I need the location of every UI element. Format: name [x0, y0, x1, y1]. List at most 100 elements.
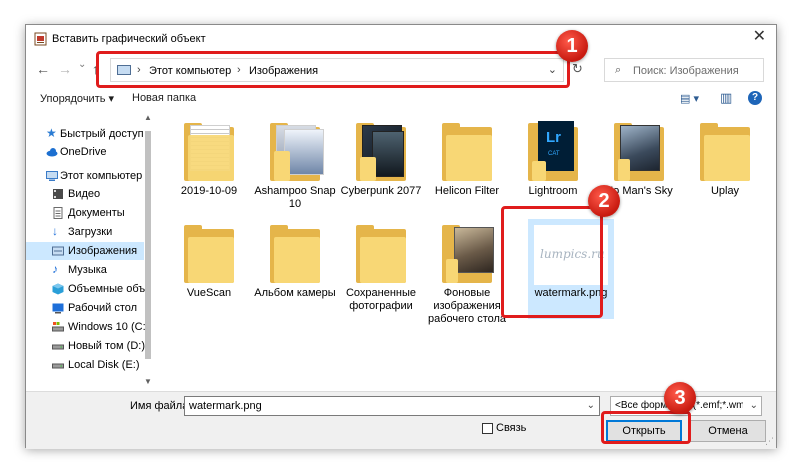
help-icon[interactable]: ? — [748, 91, 762, 105]
change-view-icon[interactable]: ▤ ▾ — [680, 92, 699, 105]
sidebar-item-this-pc[interactable]: Этот компьютер — [26, 167, 144, 185]
scroll-down-icon[interactable]: ▼ — [144, 377, 152, 386]
link-checkbox-label[interactable]: Связь — [496, 422, 526, 434]
lightroom-logo: Lr — [546, 129, 561, 146]
sidebar-item-label: Этот компьютер — [60, 170, 143, 182]
folder-icon — [442, 223, 494, 283]
list-item[interactable]: Cyberpunk 2077 — [338, 117, 424, 213]
close-icon[interactable]: ✕ — [753, 29, 766, 45]
sidebar-item-music[interactable]: ♪ Музыка — [26, 261, 144, 279]
list-item[interactable]: Lr CAT Lightroom — [510, 117, 596, 213]
sidebar-item-label: OneDrive — [60, 146, 107, 158]
item-label: Альбом камеры — [254, 287, 336, 299]
callout-highlight-address — [96, 51, 570, 88]
filename-field[interactable]: watermark.png ⌄ — [184, 396, 600, 416]
drive-icon — [52, 363, 64, 369]
sidebar-item-video[interactable]: Видео — [26, 185, 144, 203]
item-label: Фоновые изображения рабочего стола — [427, 287, 507, 325]
list-item[interactable]: Ashampoo Snap 10 — [252, 117, 338, 213]
sidebar-item-label: Музыка — [68, 264, 107, 276]
search-icon: ⌕ — [615, 64, 622, 76]
folder-icon — [700, 121, 750, 181]
insert-picture-icon — [34, 32, 47, 46]
sidebar-item-downloads[interactable]: ↓ Загрузки — [26, 223, 144, 241]
3d-objects-icon — [52, 283, 64, 295]
organize-button[interactable]: Упорядочить ▾ — [40, 92, 114, 105]
callout-highlight-open — [601, 411, 691, 444]
list-item[interactable]: 2019-10-09 — [166, 117, 252, 213]
list-item[interactable]: Helicon Filter — [424, 117, 510, 213]
sidebar-item-drive-e[interactable]: Local Disk (E:) — [26, 356, 144, 374]
folder-icon — [614, 121, 664, 181]
sidebar-item-label: Windows 10 (C:) — [68, 321, 150, 333]
download-icon: ↓ — [52, 224, 58, 238]
command-toolbar: Упорядочить ▾ Новая папка ▤ ▾ ▥ ? — [26, 87, 776, 109]
search-box[interactable]: ⌕ Поиск: Изображения — [604, 58, 764, 82]
list-item[interactable]: VueScan — [166, 219, 252, 315]
item-label: Helicon Filter — [434, 185, 500, 197]
cancel-button[interactable]: Отмена — [690, 420, 766, 442]
sidebar-item-label: Изображения — [68, 245, 138, 257]
window-title: Вставить графический объект — [52, 33, 206, 45]
item-label: Uplay — [710, 185, 740, 197]
folder-icon — [356, 223, 406, 283]
folder-icon — [442, 121, 492, 181]
sidebar-item-label: Объемные объе — [68, 283, 152, 295]
preview-pane-icon[interactable]: ▥ — [720, 90, 732, 106]
list-item[interactable]: Uplay — [682, 117, 768, 213]
search-input[interactable]: Поиск: Изображения — [633, 65, 739, 77]
item-label: Ashampoo Snap 10 — [254, 185, 336, 210]
link-checkbox[interactable] — [482, 423, 493, 434]
sidebar-item-pictures[interactable]: Изображения — [26, 242, 144, 260]
folder-icon — [184, 121, 234, 181]
sidebar-item-label: Рабочий стол — [68, 302, 138, 314]
sidebar-item-onedrive[interactable]: OneDrive — [26, 143, 144, 161]
scroll-up-icon[interactable]: ▲ — [144, 113, 152, 122]
recent-locations-chevron-icon[interactable]: ⌄ — [78, 59, 86, 70]
sidebar-item-documents[interactable]: Документы — [26, 204, 144, 222]
sidebar-item-drive-d[interactable]: Новый том (D:) — [26, 337, 145, 355]
sidebar-item-quick-access[interactable]: ★ Быстрый доступ — [26, 125, 144, 143]
item-label: 2019-10-09 — [180, 185, 238, 197]
sidebar-item-desktop[interactable]: Рабочий стол — [26, 299, 144, 317]
sidebar-item-drive-c[interactable]: Windows 10 (C:) — [26, 318, 149, 336]
sidebar-item-label: Local Disk (E:) — [68, 359, 140, 371]
cloud-icon — [46, 148, 58, 157]
scrollbar-thumb[interactable] — [145, 131, 151, 359]
forward-arrow-icon[interactable]: → — [58, 61, 72, 77]
callout-badge-2: 2 — [588, 185, 620, 217]
sidebar-item-3d-objects[interactable]: Объемные объе — [26, 280, 151, 298]
filename-label: Имя файла: — [130, 400, 192, 412]
filename-dropdown-icon[interactable]: ⌄ — [587, 400, 595, 411]
chevron-down-icon[interactable]: ⌄ — [750, 400, 758, 411]
sidebar-item-label: Быстрый доступ — [60, 128, 144, 140]
folder-icon: Lr CAT — [528, 121, 578, 181]
folder-icon — [270, 121, 324, 181]
folder-icon — [356, 121, 406, 181]
filename-value[interactable]: watermark.png — [189, 400, 262, 412]
item-label: VueScan — [186, 287, 232, 299]
sidebar-item-label: Новый том (D:) — [68, 340, 145, 352]
list-item[interactable]: Фоновые изображения рабочего стола — [424, 219, 510, 325]
resize-grip-icon[interactable]: ⋰ — [765, 436, 774, 447]
sidebar-item-label: Видео — [68, 188, 101, 200]
callout-highlight-file — [501, 206, 603, 318]
desktop-icon — [52, 303, 64, 314]
back-arrow-icon[interactable]: ← — [36, 61, 50, 77]
file-list: 2019-10-09 Ashampoo Snap 10 Cyberpunk 20… — [166, 111, 766, 391]
document-icon — [53, 207, 63, 219]
drive-icon — [52, 344, 64, 350]
computer-icon — [46, 171, 58, 181]
new-folder-button[interactable]: Новая папка — [132, 92, 196, 104]
folder-icon — [270, 223, 320, 283]
sidebar-scrollbar[interactable]: ▲ ▼ — [142, 111, 154, 391]
sidebar-item-label: Загрузки — [68, 226, 113, 238]
lightroom-logo-caption: CAT — [548, 151, 560, 157]
drive-c-icon — [52, 322, 64, 332]
callout-badge-1: 1 — [556, 30, 588, 62]
title-bar: Вставить графический объект ✕ — [26, 25, 776, 53]
item-label: Cyberpunk 2077 — [340, 185, 422, 197]
refresh-icon[interactable]: ↻ — [572, 61, 583, 77]
list-item[interactable]: Альбом камеры — [252, 219, 338, 315]
list-item[interactable]: Сохраненные фотографии — [338, 219, 424, 315]
